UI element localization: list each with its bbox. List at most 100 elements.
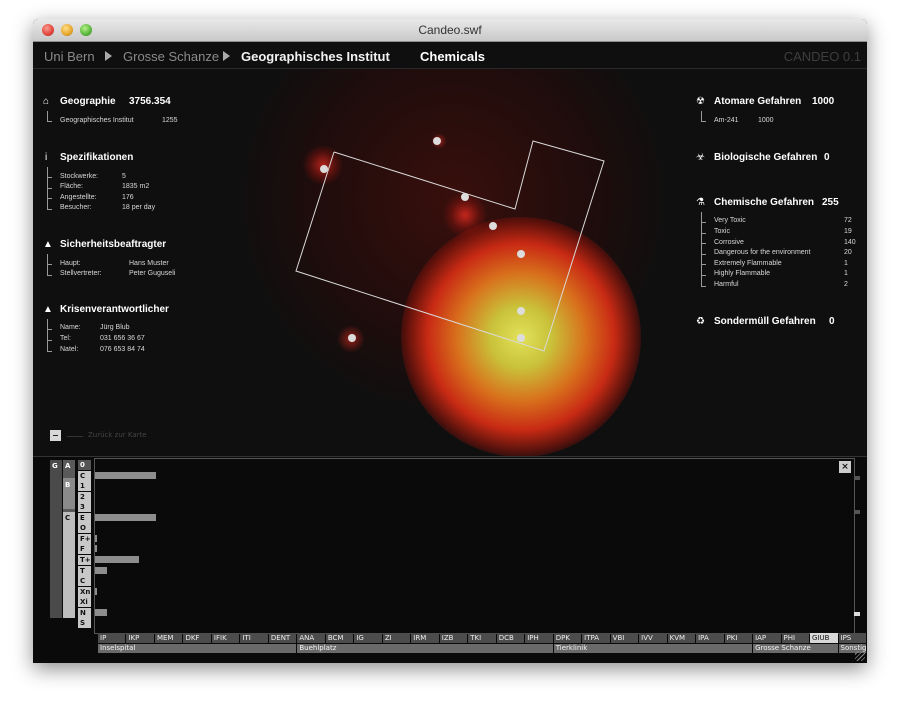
tab-mem[interactable]: MEM — [154, 633, 183, 643]
atom-title: Atomare Gefahren — [714, 96, 802, 107]
matrix-cell[interactable]: T — [78, 565, 91, 576]
matrix-cell[interactable]: O — [78, 523, 91, 534]
hazard-point[interactable] — [517, 307, 525, 315]
matrix-cell[interactable]: N — [78, 607, 91, 618]
hazard-bar-chart — [94, 458, 855, 634]
matrix-col-b-label: B — [65, 481, 71, 489]
safety-value: Peter Guguseli — [129, 270, 176, 277]
hazard-point[interactable] — [348, 334, 356, 342]
chem-item-value: 1 — [844, 260, 848, 267]
scroll-marker — [854, 476, 860, 480]
safety-value: Hans Muster — [129, 260, 169, 267]
tab-ip[interactable]: IP — [98, 633, 126, 643]
tab-itpa[interactable]: ITPA — [582, 633, 610, 643]
matrix-cell[interactable]: 2 — [78, 491, 91, 502]
chem-item-value: 1 — [844, 270, 848, 277]
hazard-point[interactable] — [461, 193, 469, 201]
tab-ana[interactable]: ANA — [297, 633, 325, 643]
tab-vbi[interactable]: VBI — [610, 633, 639, 643]
matrix-cell[interactable]: E — [78, 512, 91, 523]
tab-dkf[interactable]: DKF — [183, 633, 211, 643]
page-title: Chemicals — [420, 49, 486, 64]
crisis-title: Krisenverantwortlicher — [60, 304, 169, 315]
tab-ikp[interactable]: IKP — [126, 633, 154, 643]
tab-izb[interactable]: IZB — [439, 633, 468, 643]
matrix-column-g[interactable] — [50, 460, 62, 618]
tab-pki[interactable]: PKI — [724, 633, 753, 643]
chem-item-label: Toxic — [714, 228, 730, 235]
tree-line — [47, 319, 48, 351]
tab-dcb[interactable]: DCB — [496, 633, 525, 643]
hazard-point[interactable] — [517, 334, 525, 342]
matrix-cell[interactable]: Xn — [78, 586, 91, 597]
tab-dpk[interactable]: DPK — [553, 633, 582, 643]
matrix-cell[interactable]: Xi — [78, 597, 91, 608]
hazard-point[interactable] — [489, 222, 497, 230]
tab-ips[interactable]: IPS — [838, 633, 866, 643]
tab-ifik[interactable]: IFIK — [211, 633, 240, 643]
home-icon: ⌂ — [43, 96, 50, 107]
safety-label: Stellvertreter: — [60, 270, 102, 277]
tab-ipa[interactable]: IPA — [696, 633, 724, 643]
tree-tick — [701, 121, 706, 122]
matrix-cell[interactable]: F+ — [78, 533, 91, 544]
matrix-cell[interactable]: F — [78, 544, 91, 555]
matrix-cell[interactable]: S — [78, 618, 91, 629]
crisis-label: Natel: — [60, 346, 79, 353]
tab-iap[interactable]: IAP — [753, 633, 781, 643]
tab-tki[interactable]: TKI — [468, 633, 496, 643]
chem-item-value: 72 — [844, 217, 852, 224]
atom-item-label: Am-241 — [714, 117, 739, 124]
tree-tick — [47, 329, 52, 330]
geo-sub-label: Geographisches Institut — [60, 117, 134, 124]
tab-giub[interactable]: GIUB — [810, 633, 838, 643]
tab-iph[interactable]: IPH — [525, 633, 553, 643]
close-chart-button[interactable]: × — [839, 461, 851, 473]
area-inselspital[interactable]: Inselspital — [98, 644, 297, 653]
matrix-column-c[interactable] — [63, 512, 75, 618]
tab-irm[interactable]: IRM — [411, 633, 439, 643]
hazard-point[interactable] — [320, 165, 328, 173]
tab-bcm[interactable]: BCM — [325, 633, 354, 643]
area-grosse-schanze[interactable]: Grosse Schanze — [753, 644, 838, 653]
matrix-cell[interactable]: C — [78, 470, 91, 481]
title-bar: Candeo.swf — [33, 19, 867, 42]
matrix-cell[interactable]: T+ — [78, 554, 91, 565]
breadcrumb-arrow-icon — [223, 51, 230, 61]
hazard-point[interactable] — [517, 250, 525, 258]
bio-value: 0 — [824, 152, 830, 163]
geo-value: 3756.354 — [129, 96, 171, 107]
area-tierklinik[interactable]: Tierklinik — [553, 644, 753, 653]
back-to-map-label[interactable]: Zurück zur Karte — [88, 431, 147, 439]
atom-item-value: 1000 — [758, 117, 774, 124]
breadcrumb-uni-bern[interactable]: Uni Bern — [44, 49, 95, 64]
spec-value: 5 — [122, 173, 126, 180]
resize-handle[interactable] — [855, 651, 865, 661]
area-buehlplatz[interactable]: Buehlplatz — [297, 644, 553, 653]
waste-title: Sondermüll Gefahren — [714, 316, 816, 327]
chem-item-label: Very Toxic — [714, 217, 746, 224]
tab-ivv[interactable]: IVV — [639, 633, 667, 643]
tab-phi[interactable]: PHI — [781, 633, 810, 643]
tree-tick — [47, 351, 52, 352]
chem-value: 255 — [822, 197, 839, 208]
tree-tick — [701, 222, 706, 223]
flask-icon: ⚗ — [696, 197, 705, 208]
matrix-cell[interactable]: C — [78, 576, 91, 587]
chart-bar — [95, 545, 97, 553]
matrix-cell[interactable]: 1 — [78, 481, 91, 492]
spec-label: Besucher: — [60, 204, 92, 211]
tab-ig[interactable]: IG — [354, 633, 382, 643]
back-to-map-button[interactable] — [50, 430, 61, 441]
hazard-point[interactable] — [433, 137, 441, 145]
tab-kvm[interactable]: KVM — [667, 633, 696, 643]
tab-dent[interactable]: DENT — [268, 633, 297, 643]
tab-zi[interactable]: ZI — [382, 633, 411, 643]
safety-label: Haupt: — [60, 260, 81, 267]
tab-iti[interactable]: ITI — [240, 633, 268, 643]
tree-tick — [701, 286, 706, 287]
matrix-cell[interactable]: 3 — [78, 502, 91, 513]
tree-line — [47, 111, 48, 121]
matrix-cell[interactable]: 0 — [78, 460, 91, 470]
breadcrumb-grosse-schanze[interactable]: Grosse Schanze — [123, 49, 219, 64]
